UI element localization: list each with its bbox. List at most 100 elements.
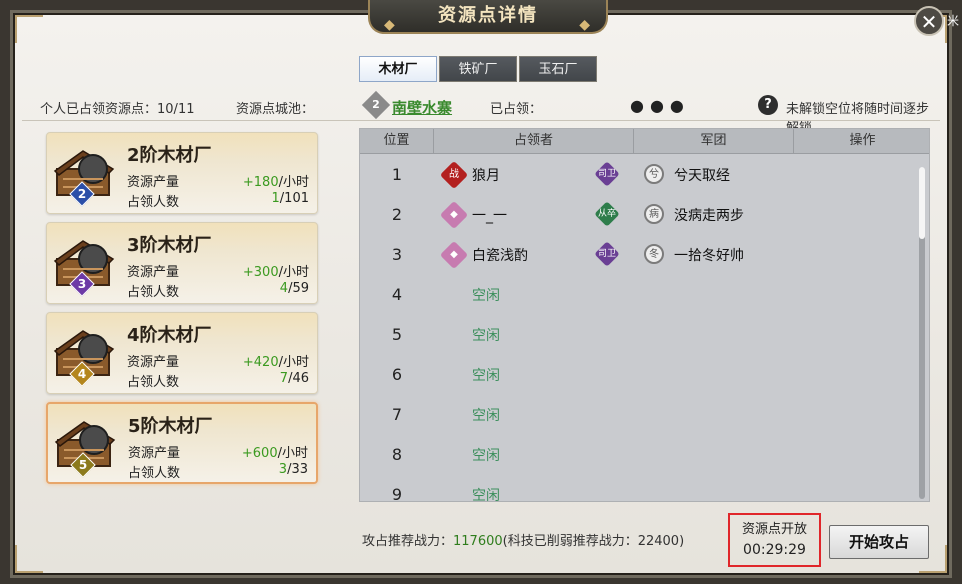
city-level-badge: 2 xyxy=(361,90,391,120)
table-row[interactable]: 6 空闲 xyxy=(360,355,929,395)
taken-slot-dots: ●●● xyxy=(630,96,690,115)
slot-status: 空闲 xyxy=(472,408,500,424)
occupant-count-value: 3/33 xyxy=(278,462,308,477)
occupant-count-label: 占领人数 xyxy=(127,285,180,300)
tab-jade-quarry[interactable]: 玉石厂 xyxy=(519,56,597,82)
dialog-title: 资源点详情 xyxy=(438,5,538,26)
table-row[interactable]: 1 战 狼月 司卫 兮 兮天取经 xyxy=(360,155,929,195)
power-label: 攻占推荐战力： xyxy=(362,534,454,549)
divider xyxy=(22,120,940,121)
table-row[interactable]: 8 空闲 xyxy=(360,435,929,475)
slot-status: 空闲 xyxy=(472,488,500,502)
city-link[interactable]: 南壁水寨 xyxy=(392,97,452,118)
occupied-value: 10/11 xyxy=(157,102,195,117)
alliance-name: 兮天取经 xyxy=(674,168,730,184)
mill-list: 2 2阶木材厂 资源产量 +180/小时 占领人数 1/101 3 3阶木材厂 … xyxy=(40,128,330,498)
mill-name: 4阶木材厂 xyxy=(127,325,212,346)
production-label: 资源产量 xyxy=(127,265,180,280)
alliance-emblem-icon: 病 xyxy=(644,204,664,224)
row-position: 4 xyxy=(391,285,403,304)
alliance-name: 一拾冬好帅 xyxy=(674,248,744,264)
mill-card-tier3[interactable]: 3 3阶木材厂 资源产量 +300/小时 占领人数 4/59 xyxy=(46,222,318,304)
table-row[interactable]: 3 ◆ 白瓷浅酌 司卫 冬 一拾冬好帅 xyxy=(360,235,929,275)
dialog-title-plate: ◆ 资源点详情 ◆ xyxy=(368,0,608,34)
start-attack-button[interactable]: 开始攻占 xyxy=(829,525,929,559)
production-value: +180/小时 xyxy=(242,175,309,190)
alliance-emblem-icon: 兮 xyxy=(644,164,664,184)
tab-wood-mill[interactable]: 木材厂 xyxy=(359,56,437,82)
table-row[interactable]: 7 空闲 xyxy=(360,395,929,435)
timer-value: 00:29:29 xyxy=(743,542,806,558)
slot-status: 空闲 xyxy=(472,328,500,344)
column-header-action: 操作 xyxy=(849,133,876,148)
guild-rank-icon: 司卫 xyxy=(594,241,620,267)
row-position: 9 xyxy=(391,485,403,502)
row-position: 8 xyxy=(391,445,403,464)
guild-rank-icon: 从卒 xyxy=(594,201,620,227)
mill-card-tier5[interactable]: 5 5阶木材厂 资源产量 +600/小时 占领人数 3/33 xyxy=(46,402,318,484)
table-scrollbar[interactable] xyxy=(919,167,925,499)
row-position: 5 xyxy=(391,325,403,344)
occupied-label: 个人已占领资源点：10/11 xyxy=(40,102,195,117)
slot-status: 空闲 xyxy=(472,448,500,464)
column-header-alliance: 军团 xyxy=(634,129,794,153)
table-row[interactable]: 4 空闲 xyxy=(360,275,929,315)
occupant-name: 一_一 xyxy=(472,208,507,224)
column-header-position: 位置 xyxy=(360,129,434,153)
close-icon: ✕ xyxy=(920,10,938,34)
table-row[interactable]: 9 空闲 xyxy=(360,475,929,502)
title-ornament-icon: ◆ xyxy=(579,17,592,33)
mill-name: 2阶木材厂 xyxy=(127,145,212,166)
power-value: 117600 xyxy=(453,534,503,549)
corner-char: 米 xyxy=(947,14,960,28)
mill-name: 5阶木材厂 xyxy=(128,416,213,437)
rank-icon: ◆ xyxy=(439,240,469,270)
table-header: 位置 占领者 军团 操作 xyxy=(360,129,929,154)
occupant-table: 位置 占领者 军团 操作 1 战 狼月 司卫 兮 兮天取经 2 ◆ 一_一 从卒… xyxy=(359,128,930,502)
row-position: 2 xyxy=(391,205,403,224)
guild-rank-icon: 司卫 xyxy=(594,161,620,187)
occupant-count-value: 4/59 xyxy=(279,281,309,296)
occupant-count-value: 7/46 xyxy=(279,371,309,386)
help-icon[interactable]: ? xyxy=(758,95,778,115)
title-ornament-icon: ◆ xyxy=(384,17,397,33)
alliance-name: 没病走两步 xyxy=(674,208,744,224)
corner-ornament xyxy=(15,15,43,43)
info-row: 个人已占领资源点：10/11 资源点城池： 2 南壁水寨 已占领： ●●● ? … xyxy=(40,90,930,136)
occupant-name: 白瓷浅酌 xyxy=(472,248,528,264)
production-label: 资源产量 xyxy=(127,355,180,370)
production-label: 资源产量 xyxy=(128,446,181,461)
close-button[interactable]: ✕ xyxy=(914,6,944,36)
corner-ornament xyxy=(15,545,43,573)
power-note: (科技已削弱推荐战力：22400) xyxy=(502,534,685,549)
slot-status: 空闲 xyxy=(472,288,500,304)
table-row[interactable]: 5 空闲 xyxy=(360,315,929,355)
occupant-count-label: 占领人数 xyxy=(127,195,180,210)
timer-label: 资源点开放 xyxy=(741,522,807,537)
taken-label: 已占领： xyxy=(490,102,543,117)
tab-iron-mine[interactable]: 铁矿厂 xyxy=(439,56,517,82)
open-timer: 资源点开放 00:29:29 xyxy=(728,513,821,567)
resource-tabs: 木材厂 铁矿厂 玉石厂 xyxy=(359,56,599,82)
rank-icon: ◆ xyxy=(439,200,469,230)
mill-card-tier4[interactable]: 4 4阶木材厂 资源产量 +420/小时 占领人数 7/46 xyxy=(46,312,318,394)
rank-icon: 战 xyxy=(439,160,469,190)
table-row[interactable]: 2 ◆ 一_一 从卒 病 没病走两步 xyxy=(360,195,929,235)
production-label: 资源产量 xyxy=(127,175,180,190)
row-position: 6 xyxy=(391,365,403,384)
row-position: 7 xyxy=(391,405,403,424)
city-label: 资源点城池： xyxy=(236,102,315,117)
production-value: +600/小时 xyxy=(241,446,308,461)
row-position: 1 xyxy=(391,165,403,184)
mill-card-tier2[interactable]: 2 2阶木材厂 资源产量 +180/小时 占领人数 1/101 xyxy=(46,132,318,214)
occupant-name: 狼月 xyxy=(472,168,500,184)
scrollbar-thumb[interactable] xyxy=(919,167,925,239)
recommended-power: 攻占推荐战力：117600(科技已削弱推荐战力：22400) xyxy=(362,530,684,549)
column-header-occupant: 占领者 xyxy=(434,129,634,153)
occupant-count-value: 1/101 xyxy=(271,191,309,206)
alliance-emblem-icon: 冬 xyxy=(644,244,664,264)
production-value: +420/小时 xyxy=(242,355,309,370)
occupant-count-label: 占领人数 xyxy=(128,466,181,481)
mill-name: 3阶木材厂 xyxy=(127,235,212,256)
row-position: 3 xyxy=(391,245,403,264)
